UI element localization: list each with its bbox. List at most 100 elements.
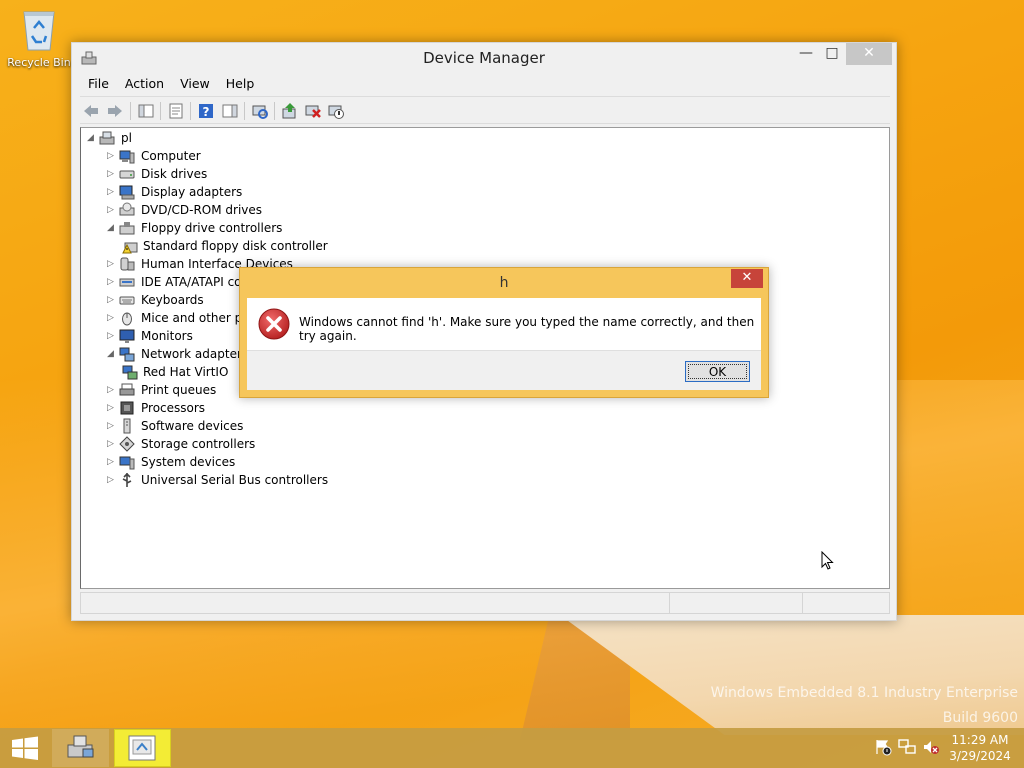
expand-arrow-icon[interactable]: ▷ xyxy=(107,453,117,471)
processor-icon xyxy=(119,400,135,416)
menu-file[interactable]: File xyxy=(80,75,117,93)
action-center-icon[interactable] xyxy=(874,738,892,756)
minimize-button[interactable]: — xyxy=(792,43,820,65)
svg-text:?: ? xyxy=(203,105,210,119)
tree-item-label: IDE ATA/ATAPI co xyxy=(141,275,242,289)
expand-arrow-icon[interactable]: ▷ xyxy=(107,147,117,165)
dialog-footer: OK xyxy=(247,350,761,390)
tree-item-label: Storage controllers xyxy=(141,437,256,451)
keyboard-icon xyxy=(119,292,135,308)
back-arrow-icon[interactable] xyxy=(82,102,100,120)
disk-icon xyxy=(119,166,135,182)
build-watermark: Build 9600 xyxy=(942,710,1018,726)
toolbar-separator xyxy=(190,102,191,120)
menu-action[interactable]: Action xyxy=(117,75,172,93)
printer-icon xyxy=(119,382,135,398)
tree-item-label: Software devices xyxy=(141,419,244,433)
tree-item-label: Standard floppy disk controller xyxy=(143,239,328,253)
expand-arrow-icon[interactable]: ▷ xyxy=(107,291,117,309)
expand-arrow-icon[interactable]: ▷ xyxy=(107,201,117,219)
tree-item-label: Keyboards xyxy=(141,293,204,307)
dvd-icon xyxy=(119,202,135,218)
recycle-bin-shortcut[interactable]: Recycle Bin xyxy=(4,6,74,69)
disable-device-icon[interactable] xyxy=(327,102,345,120)
network-icon[interactable] xyxy=(898,738,916,756)
close-button[interactable]: ✕ xyxy=(846,43,892,65)
start-button[interactable] xyxy=(0,728,50,768)
collapse-arrow-icon[interactable]: ◢ xyxy=(107,345,117,363)
volume-muted-icon[interactable] xyxy=(922,738,940,756)
toolbar: ? xyxy=(80,96,890,124)
dialog-close-button[interactable]: ✕ xyxy=(731,269,763,288)
device-manager-taskbar-icon xyxy=(67,735,94,758)
scan-hardware-icon[interactable] xyxy=(251,102,269,120)
windows-logo-icon xyxy=(12,736,38,760)
tree-item-label: Universal Serial Bus controllers xyxy=(141,473,329,487)
menu-help[interactable]: Help xyxy=(218,75,263,93)
error-dialog: h ✕ Windows cannot find 'h'. Make sure y… xyxy=(239,267,769,398)
monitor-icon xyxy=(119,328,135,344)
hid-icon xyxy=(119,256,135,272)
tree-item-label: Red Hat VirtIO xyxy=(143,365,229,379)
display-icon xyxy=(119,184,135,200)
network-adapter-icon xyxy=(122,364,138,380)
tree-item-label: Floppy drive controllers xyxy=(141,221,283,235)
tree-item-label: System devices xyxy=(141,455,236,469)
tree-item-label: Mice and other po xyxy=(141,311,250,325)
expand-arrow-icon[interactable]: ▷ xyxy=(107,309,117,327)
software-device-icon xyxy=(119,418,135,434)
toolbar-separator xyxy=(274,102,275,120)
edition-watermark: Windows Embedded 8.1 Industry Enterprise xyxy=(710,685,1018,701)
expand-arrow-icon[interactable]: ▷ xyxy=(107,255,117,273)
status-bar xyxy=(80,592,890,614)
taskbar-device-manager-button[interactable] xyxy=(52,729,109,767)
expand-arrow-icon[interactable]: ▷ xyxy=(107,471,117,489)
maximize-button[interactable]: □ xyxy=(818,43,846,65)
expand-arrow-icon[interactable]: ▷ xyxy=(107,417,117,435)
ok-button[interactable]: OK xyxy=(685,361,750,382)
tree-item-label: Disk drives xyxy=(141,167,208,181)
forward-arrow-icon[interactable] xyxy=(106,102,124,120)
tree-item-label: Network adapters xyxy=(141,347,249,361)
expand-arrow-icon[interactable]: ▷ xyxy=(107,165,117,183)
properties-icon[interactable] xyxy=(167,102,185,120)
uninstall-device-icon[interactable] xyxy=(304,102,322,120)
expand-arrow-icon[interactable]: ▷ xyxy=(107,399,117,417)
computer-icon xyxy=(99,130,115,146)
clock-date: 3/29/2024 xyxy=(949,749,1011,763)
toolbar-separator xyxy=(244,102,245,120)
tree-item-label: Display adapters xyxy=(141,185,243,199)
window-title: Device Manager xyxy=(423,49,545,67)
expand-arrow-icon[interactable]: ▷ xyxy=(107,327,117,345)
collapse-arrow-icon[interactable]: ◢ xyxy=(87,129,97,147)
taskbar-run-dialog-button[interactable] xyxy=(114,729,171,767)
tree-item-label: Monitors xyxy=(141,329,193,343)
floppy-controller-icon xyxy=(119,220,135,236)
update-driver-icon[interactable] xyxy=(281,102,299,120)
recycle-bin-label: Recycle Bin xyxy=(7,56,71,69)
mouse-icon xyxy=(119,310,135,326)
tree-root-label: pl xyxy=(121,131,132,145)
expand-arrow-icon[interactable]: ▷ xyxy=(107,273,117,291)
tree-item-label: Computer xyxy=(141,149,201,163)
run-dialog-taskbar-icon xyxy=(128,735,156,761)
network-icon xyxy=(119,346,135,362)
expand-arrow-icon[interactable]: ▷ xyxy=(107,183,117,201)
error-icon xyxy=(258,308,290,340)
tree-item-label: DVD/CD-ROM drives xyxy=(141,203,263,217)
menu-view[interactable]: View xyxy=(172,75,218,93)
expand-arrow-icon[interactable]: ▷ xyxy=(107,435,117,453)
tree-item-label: Processors xyxy=(141,401,206,415)
ide-icon xyxy=(119,274,135,290)
floppy-warning-icon xyxy=(122,238,138,254)
action-pane-icon[interactable] xyxy=(221,102,239,120)
system-icon xyxy=(119,454,135,470)
dialog-body: Windows cannot find 'h'. Make sure you t… xyxy=(247,298,761,390)
show-hide-console-tree-icon[interactable] xyxy=(137,102,155,120)
help-icon[interactable]: ? xyxy=(197,102,215,120)
collapse-arrow-icon[interactable]: ◢ xyxy=(107,219,117,237)
storage-icon xyxy=(119,436,135,452)
taskbar-clock[interactable]: 11:29 AM 3/29/2024 xyxy=(945,732,1015,764)
expand-arrow-icon[interactable]: ▷ xyxy=(107,381,117,399)
toolbar-separator xyxy=(160,102,161,120)
